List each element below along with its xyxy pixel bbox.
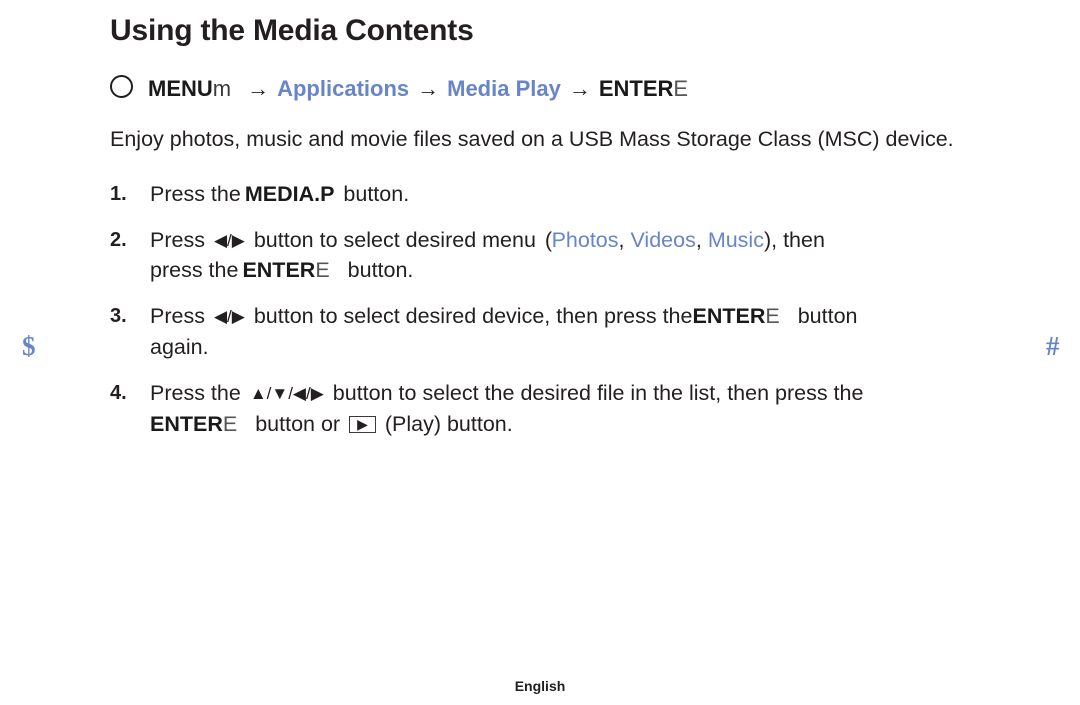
steps-list: 1. Press the MEDIA.P button. 2. Press ◀/▶ bu… xyxy=(110,179,1050,441)
step3-pre: Press xyxy=(150,304,205,329)
step-text: Press the ▲/▼/◀/▶ button to select the des… xyxy=(150,378,1050,440)
step2-pre: Press xyxy=(150,227,205,252)
menu-key-text: MENU xyxy=(148,75,213,101)
menu-option-music: Music xyxy=(707,227,764,252)
step3-post: button xyxy=(797,304,858,329)
list-item: 3. Press ◀/▶ button to select desired devi… xyxy=(110,301,1050,363)
path-enter-key: ENTERE xyxy=(599,75,688,104)
direction-keys-icon: ▲/▼/◀/▶ xyxy=(249,384,324,404)
step2-enter-text: ENTER xyxy=(242,258,316,283)
list-item: 1. Press the MEDIA.P button. xyxy=(110,179,1050,210)
path-enter-suffix: E xyxy=(673,75,689,101)
step3-line2: again. xyxy=(150,335,209,360)
menu-option-photos: Photos xyxy=(551,227,619,252)
step2-mid: button to select desired menu xyxy=(253,227,536,252)
menu-option-videos: Videos xyxy=(630,227,696,252)
step3-enter-text: ENTER xyxy=(692,304,766,329)
path-arrow-2: → xyxy=(417,75,440,101)
path-arrow-3: → xyxy=(568,75,591,101)
page-footer-language: English xyxy=(514,678,566,694)
step1-key: MEDIA.P xyxy=(244,181,335,206)
step2-line2-post: button. xyxy=(347,258,414,283)
document-page: $ # Using the Media Contents MENUm → App… xyxy=(0,0,1080,705)
path-item-media-play: Media Play xyxy=(447,75,561,101)
step-text: Press ◀/▶ button to select desired device,… xyxy=(150,301,1050,363)
step3-enter-suffix: E xyxy=(765,304,780,329)
menu-path-line: MENUm → Applications → Media Play → ENTE… xyxy=(110,73,1050,104)
list-item: 2. Press ◀/▶ button to select desired menu… xyxy=(110,225,1050,287)
intro-paragraph: Enjoy photos, music and movie files save… xyxy=(110,127,954,152)
step2-enter-suffix: E xyxy=(315,258,330,283)
path-arrow-1: → xyxy=(247,75,270,101)
step1-pre: Press the xyxy=(150,181,241,206)
step4-enter-text: ENTER xyxy=(150,412,223,437)
step4-enter-suffix: E xyxy=(222,412,238,437)
content-column: Using the Media Contents MENUm → Applica… xyxy=(110,12,1050,455)
step2-tail: , then xyxy=(771,227,825,252)
step4-mid: button to select the desired file in the… xyxy=(332,381,864,406)
path-item-applications: Applications xyxy=(277,75,410,101)
step4-line2-mid: button or xyxy=(255,412,341,437)
step2-comma-2: , xyxy=(695,227,702,252)
step4-line2-post: (Play) button. xyxy=(384,412,513,437)
step-number: 1. xyxy=(110,182,127,205)
step2-line2-pre: press the xyxy=(150,258,239,283)
direction-keys-icon: ◀/▶ xyxy=(213,230,245,250)
margin-marker-left: $ xyxy=(22,331,36,361)
list-item: 4. Press the ▲/▼/◀/▶ button to select the … xyxy=(110,378,1050,440)
step3-mid: button to select desired device, then pr… xyxy=(253,304,693,329)
circle-outline-icon xyxy=(110,74,133,98)
step2-paren-open: ( xyxy=(544,227,552,252)
step-number: 3. xyxy=(110,305,127,328)
path-enter-text: ENTER xyxy=(598,75,674,101)
page-title: Using the Media Contents xyxy=(110,14,474,47)
play-button-icon: ▶ xyxy=(349,416,376,434)
step1-post: button. xyxy=(343,181,410,206)
step-text: Press the MEDIA.P button. xyxy=(150,179,1050,210)
step-text: Press ◀/▶ button to select desired menu (Ph… xyxy=(150,225,1050,287)
step-number: 2. xyxy=(110,228,127,251)
menu-key-suffix: m xyxy=(212,75,232,101)
step4-pre: Press the xyxy=(150,381,241,406)
direction-keys-icon: ◀/▶ xyxy=(213,307,245,327)
menu-key-label: MENUm xyxy=(148,75,231,104)
step-number: 4. xyxy=(110,382,127,405)
step2-comma-1: , xyxy=(618,227,625,252)
